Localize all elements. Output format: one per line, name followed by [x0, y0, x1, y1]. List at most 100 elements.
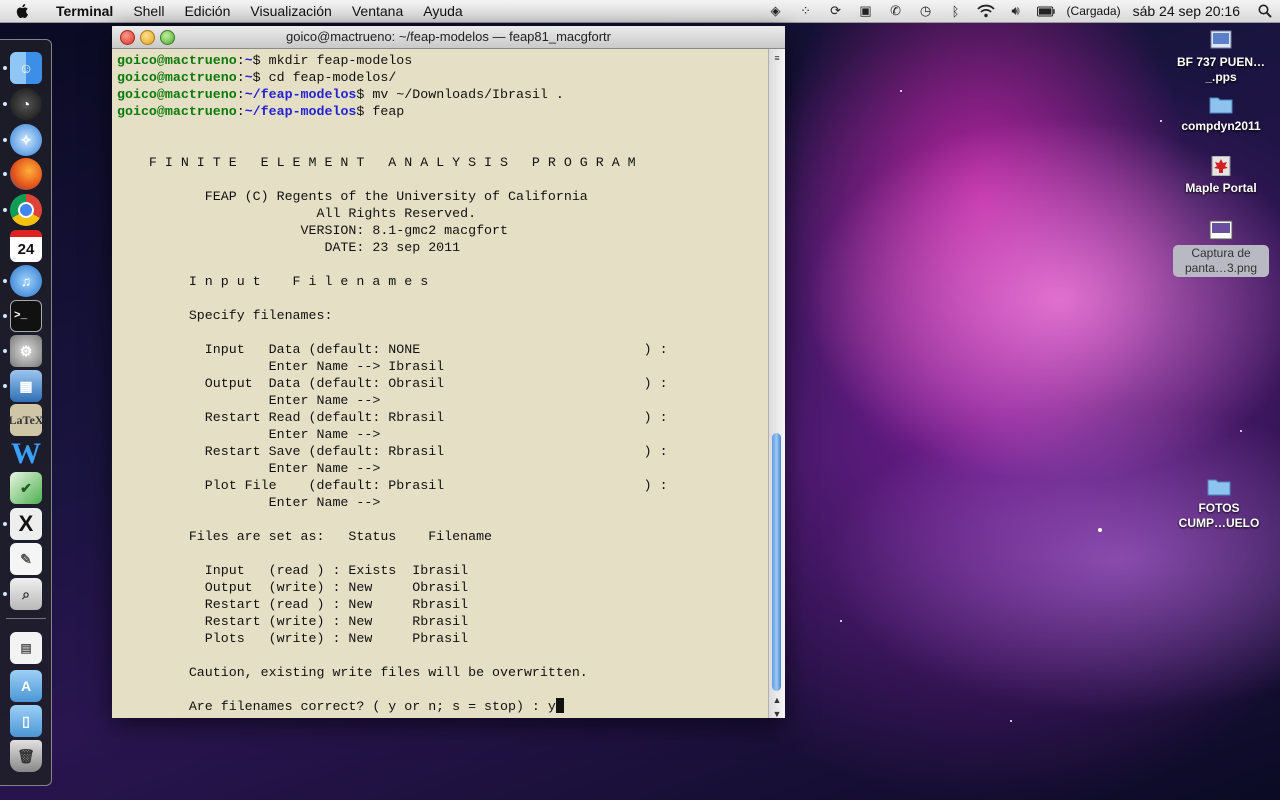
- ical-icon[interactable]: 24: [10, 230, 42, 262]
- desktop-icon-captura[interactable]: Captura de panta…3.png: [1166, 220, 1276, 277]
- desktop-icon-bf737[interactable]: BF 737 PUEN…_.pps: [1166, 30, 1276, 85]
- terminal-scrollbar[interactable]: ≡ ▲ ▼: [768, 49, 785, 721]
- terminal-icon[interactable]: >_: [10, 300, 42, 332]
- latex-icon[interactable]: LaTeX: [9, 404, 43, 436]
- virtualbox-icon[interactable]: ▦: [10, 370, 42, 402]
- menu-edicion[interactable]: Edición: [174, 3, 240, 19]
- finder-icon[interactable]: ☺: [10, 52, 42, 84]
- itunes-icon[interactable]: ♫: [10, 265, 42, 297]
- scroll-down-arrow-icon[interactable]: ▼: [769, 707, 785, 721]
- system-preferences-icon[interactable]: ⚙: [10, 335, 42, 367]
- trash-icon[interactable]: 🗑︎: [10, 740, 42, 772]
- dashboard-icon[interactable]: ◔: [10, 88, 42, 120]
- window-titlebar[interactable]: goico@mactrueno: ~/feap-modelos — feap81…: [112, 26, 785, 49]
- output-line: Enter Name -->: [117, 393, 381, 408]
- desktop-icon-compdyn2011[interactable]: compdyn2011: [1166, 94, 1276, 134]
- network-status-icon[interactable]: ⁘: [797, 3, 815, 19]
- battery-icon[interactable]: [1036, 3, 1055, 19]
- preview-icon[interactable]: ⌕: [10, 578, 42, 610]
- output-line: Input (read ) : Exists Ibrasil: [117, 563, 469, 578]
- chrome-icon[interactable]: [10, 194, 42, 226]
- textedit-icon[interactable]: ✎: [10, 543, 42, 575]
- menu-app-terminal[interactable]: Terminal: [46, 3, 123, 19]
- scroll-up-arrow-icon[interactable]: ▲: [769, 693, 785, 707]
- menu-visualizacion[interactable]: Visualización: [240, 3, 341, 19]
- output-line: Plots (write) : New Pbrasil: [117, 631, 469, 646]
- menu-ventana[interactable]: Ventana: [342, 3, 413, 19]
- output-line: Are filenames correct? ( y or n; s = sto…: [117, 698, 769, 715]
- menu-ayuda[interactable]: Ayuda: [413, 3, 472, 19]
- sync-icon[interactable]: ⟳: [827, 3, 845, 19]
- text-cursor: [555, 698, 564, 713]
- applications-folder-icon[interactable]: A: [10, 670, 42, 702]
- documents-stack-icon[interactable]: ▤: [10, 632, 42, 664]
- screen-icon[interactable]: ▣: [857, 3, 875, 19]
- terminal-output[interactable]: goico@mactrueno:~$ mkdir feap-modelos go…: [112, 49, 769, 718]
- word-icon[interactable]: W: [10, 437, 42, 470]
- output-line: All Rights Reserved.: [117, 206, 477, 221]
- output-line: VERSION: 8.1-gmc2 macgfort: [117, 223, 508, 238]
- output-line: Files are set as: Status Filename: [117, 529, 493, 544]
- scroll-top-icon[interactable]: ≡: [769, 51, 785, 65]
- output-line: Restart (read ) : New Rbrasil: [117, 597, 469, 612]
- prompt-line: goico@mactrueno:~$ cd feap-modelos/: [117, 70, 397, 85]
- safari-icon[interactable]: ✧: [10, 124, 42, 156]
- folder-icon: [1207, 479, 1231, 496]
- phone-icon[interactable]: ✆: [887, 3, 905, 19]
- maple-icon: [1211, 155, 1231, 177]
- output-line: Restart (write) : New Rbrasil: [117, 614, 469, 629]
- menu-shell[interactable]: Shell: [123, 3, 174, 19]
- output-line: Enter Name -->: [117, 427, 381, 442]
- apple-menu-icon[interactable]: [14, 2, 32, 20]
- terminal-window[interactable]: goico@mactrueno: ~/feap-modelos — feap81…: [112, 26, 785, 721]
- output-line: Output Data (default: Obrasil ) :: [117, 376, 668, 391]
- wifi-icon[interactable]: [976, 3, 995, 19]
- output-line: Specify filenames:: [117, 308, 333, 323]
- prompt-line: goico@mactrueno:~/feap-modelos$ feap: [117, 104, 405, 119]
- volume-icon[interactable]: 🔊︎: [1007, 3, 1025, 19]
- output-line: DATE: 23 sep 2011: [117, 240, 461, 255]
- output-line: I n p u t F i l e n a m e s: [117, 274, 429, 289]
- desktop-icon-fotos[interactable]: FOTOS CUMP…UELO: [1164, 476, 1274, 531]
- dropbox-icon[interactable]: ◈: [767, 3, 785, 19]
- output-line: F I N I T E E L E M E N T A N A L Y S I …: [117, 155, 636, 170]
- output-line: Enter Name --> Ibrasil: [117, 359, 445, 374]
- time-machine-icon[interactable]: ◷: [917, 3, 935, 19]
- window-title: goico@mactrueno: ~/feap-modelos — feap81…: [285, 29, 611, 44]
- dock: ☺ ◔ ✧ 24 ♫ >_ ⚙ ▦ LaTeX W ✔ X ✎ ⌕ ▤ A ▯ …: [0, 39, 52, 786]
- program-output: F I N I T E E L E M E N T A N A L Y S I …: [117, 120, 769, 715]
- firefox-icon[interactable]: [10, 158, 42, 190]
- desktop-icon-maple-portal[interactable]: Maple Portal: [1166, 155, 1276, 196]
- menubar-clock[interactable]: sáb 24 sep 20:16: [1133, 3, 1240, 19]
- bluetooth-icon[interactable]: ᛒ: [947, 3, 965, 19]
- battery-status: (Cargada): [1066, 4, 1121, 18]
- x11-icon[interactable]: X: [10, 508, 42, 540]
- output-line: FEAP (C) Regents of the University of Ca…: [117, 189, 588, 204]
- output-line: Output (write) : New Obrasil: [117, 580, 469, 595]
- scroll-thumb[interactable]: [772, 433, 781, 691]
- output-line: Input Data (default: NONE ) :: [117, 342, 668, 357]
- output-line: Enter Name -->: [117, 461, 381, 476]
- prompt-line: goico@mactrueno:~/feap-modelos$ mv ~/Dow…: [117, 87, 564, 102]
- output-line: Caution, existing write files will be ov…: [117, 665, 588, 680]
- prompt-line: goico@mactrueno:~$ mkdir feap-modelos: [117, 53, 413, 68]
- menu-bar: Terminal Shell Edición Visualización Ven…: [0, 0, 1280, 23]
- output-line: Restart Save (default: Rbrasil ) :: [117, 444, 668, 459]
- folder-icon: [1209, 97, 1233, 114]
- output-line: Restart Read (default: Rbrasil ) :: [117, 410, 668, 425]
- gedit-icon[interactable]: ✔: [10, 472, 42, 504]
- output-line: Enter Name -->: [117, 495, 381, 510]
- spotlight-search-icon[interactable]: [1256, 3, 1274, 19]
- document-icon: [1210, 30, 1232, 49]
- downloads-folder-icon[interactable]: ▯: [10, 705, 42, 737]
